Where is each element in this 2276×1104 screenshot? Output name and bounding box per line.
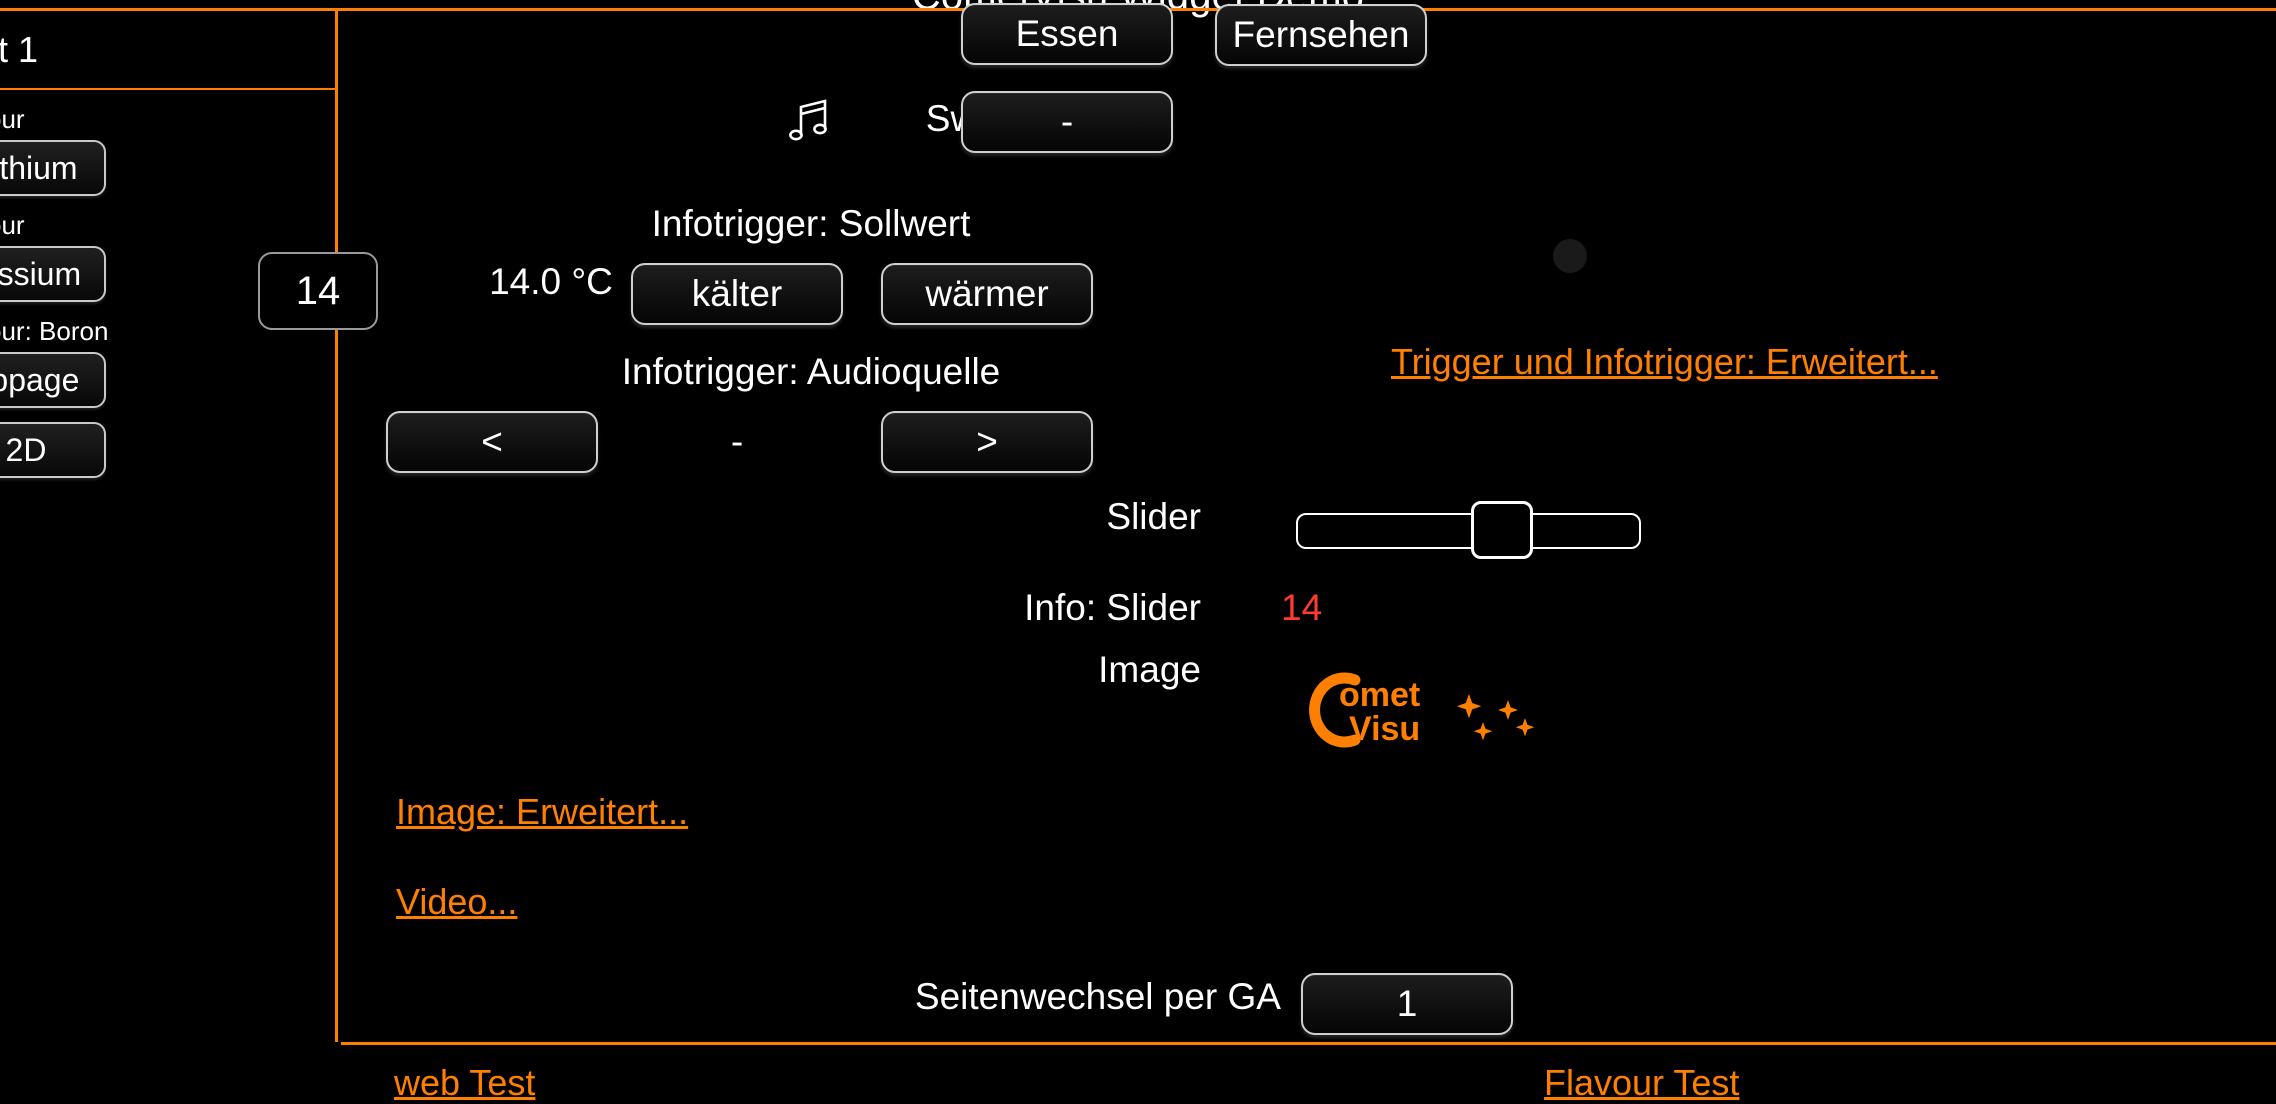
audio-source-value: - bbox=[730, 421, 744, 462]
svg-text:omet: omet bbox=[1339, 676, 1420, 714]
page-change-button[interactable]: 1 bbox=[1301, 973, 1513, 1035]
button-audio-next[interactable]: > bbox=[881, 411, 1093, 473]
sidebar-header: st 1 bbox=[0, 11, 335, 90]
cometvisu-logo: omet Visu bbox=[1293, 666, 1561, 754]
infotrigger-sollwert-label: Infotrigger: Sollwert bbox=[651, 203, 971, 244]
link-video[interactable]: Video... bbox=[396, 881, 517, 923]
link-trigger-advanced[interactable]: Trigger und Infotrigger: Erweitert... bbox=[1391, 341, 1938, 383]
sidebar-header-label: st 1 bbox=[0, 28, 39, 70]
button-kaelter[interactable]: kälter bbox=[631, 263, 843, 325]
bottom-divider bbox=[341, 1042, 2276, 1045]
sidebar-button-lithium[interactable]: Lithium bbox=[0, 140, 106, 196]
button-waermer[interactable]: wärmer bbox=[881, 263, 1093, 325]
sidebar-button-potassium[interactable]: tassium bbox=[0, 246, 106, 302]
music-note-icon bbox=[781, 91, 837, 147]
slider-label: Slider bbox=[1106, 496, 1201, 537]
image-label: Image bbox=[1098, 649, 1201, 690]
sidebar-group-1-label: vour bbox=[0, 104, 25, 134]
sidebar-button-subpage[interactable]: ubpage bbox=[0, 352, 106, 408]
sidebar: st 1 vour Lithium vour tassium vour: Bor… bbox=[0, 11, 338, 1042]
slider-handle[interactable] bbox=[1471, 501, 1533, 559]
page-change-label: Seitenwechsel per GA bbox=[914, 976, 1281, 1017]
switch-icon-value-button[interactable]: - bbox=[961, 91, 1173, 153]
link-image-advanced[interactable]: Image: Erweitert... bbox=[396, 791, 688, 833]
svg-text:Visu: Visu bbox=[1349, 710, 1420, 748]
sidebar-group-4: 2D bbox=[0, 422, 335, 478]
infotrigger-sollwert-row: 14.0 °C bbox=[341, 261, 1381, 303]
slider-track[interactable] bbox=[1296, 513, 1641, 549]
info-slider-label: Info: Slider bbox=[1024, 587, 1201, 628]
sidebar-group-1: vour Lithium bbox=[0, 104, 335, 196]
button-audio-prev[interactable]: < bbox=[386, 411, 598, 473]
infotrigger-audioquelle-label: Infotrigger: Audioquelle bbox=[621, 351, 1001, 392]
sidebar-button-2d[interactable]: 2D bbox=[0, 422, 106, 478]
info-slider-value: 14 bbox=[1281, 587, 1323, 628]
main-content: Essen Fernsehen Switch Icon - Infotrigge… bbox=[341, 3, 2276, 1042]
button-essen[interactable]: Essen bbox=[961, 3, 1173, 65]
sidebar-group-2-label: vour bbox=[0, 210, 25, 240]
button-fernsehen[interactable]: Fernsehen bbox=[1215, 4, 1427, 66]
slider-widget[interactable] bbox=[1296, 501, 1641, 559]
decorative-dot bbox=[1553, 239, 1587, 273]
